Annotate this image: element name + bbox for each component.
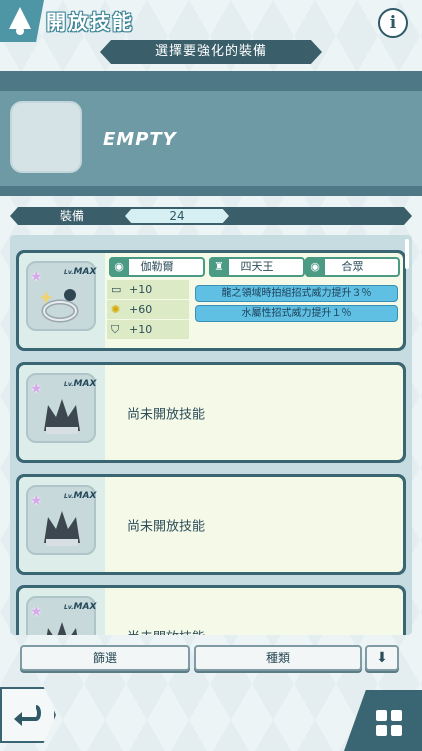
equipment-card[interactable]: ★ Lv.MAX ◉ 伽勒爾 ♜ 四天王 ◉ 合眾 ▭ +10 ✺ +60 ⛉ … [16, 250, 406, 351]
main-menu-button[interactable] [344, 690, 422, 751]
page-title: 開放技能 [46, 10, 134, 34]
item-icon-area: ★ Lv.MAX [19, 588, 105, 635]
equipment-count-label: 裝備 [60, 209, 85, 223]
filter-button[interactable]: 篩選 [20, 645, 190, 671]
crown-item-icon [44, 511, 80, 546]
header-badge [0, 0, 44, 42]
slot-band-bottom [0, 186, 422, 196]
level-max-badge: Lv.MAX [64, 379, 97, 389]
stat-list: ▭ +10 ✺ +60 ⛉ +10 [107, 280, 189, 340]
equipment-card-body: ★ Lv.MAX 尚未開放技能 [19, 477, 403, 572]
tag-region-2: ◉ 合眾 [305, 257, 400, 277]
item-frame: ★ Lv.MAX [26, 596, 96, 635]
skill-bar: 龍之領域時拍組招式威力提升３％ [195, 285, 398, 302]
tag-region: ◉ 伽勒爾 [109, 257, 205, 277]
grid-menu-icon [376, 710, 404, 738]
equipment-card[interactable]: ★ Lv.MAX 尚未開放技能 [16, 362, 406, 463]
no-skill-text: 尚未開放技能 [127, 626, 205, 635]
no-skill-text: 尚未開放技能 [127, 519, 206, 534]
battery-icon: ▭ [111, 283, 122, 296]
type-button[interactable]: 種類 [194, 645, 362, 671]
group-hat-icon: ♜ [209, 257, 229, 277]
rainbow-star-icon: ★ [30, 381, 43, 397]
equipment-card[interactable]: ★ Lv.MAX 尚未開放技能 [16, 585, 406, 635]
selected-slot-frame[interactable] [10, 101, 82, 173]
equipment-card-body: ★ Lv.MAX 尚未開放技能 [19, 588, 403, 635]
sort-order-button[interactable]: ⬇ [365, 645, 399, 671]
level-max-badge: Lv.MAX [64, 491, 97, 501]
item-icon-area: ★ Lv.MAX [19, 477, 105, 572]
equipment-list[interactable]: ★ Lv.MAX ◉ 伽勒爾 ♜ 四天王 ◉ 合眾 ▭ +10 ✺ +60 ⛉ … [10, 235, 412, 635]
selected-slot-label: EMPTY [103, 129, 177, 150]
equipment-count-value: 24 [125, 209, 229, 223]
header: 開放技能 i [0, 0, 422, 42]
equipment-card-body: ★ Lv.MAX ◉ 伽勒爾 ♜ 四天王 ◉ 合眾 ▭ +10 ✺ +60 ⛉ … [19, 253, 403, 348]
equipment-count-bar: 裝備 24 [10, 207, 412, 225]
tag-group: ♜ 四天王 [209, 257, 305, 277]
back-arrow-icon [14, 705, 41, 726]
rainbow-star-icon: ★ [30, 604, 43, 620]
sun-icon: ✺ [111, 303, 121, 316]
shield-icon: ⛉ [111, 323, 120, 336]
arrow-down-icon: ⬇ [376, 650, 388, 666]
earring-item-icon [40, 289, 79, 323]
crown-item-icon [44, 399, 80, 434]
no-skill-text: 尚未開放技能 [127, 407, 206, 422]
rainbow-star-icon: ★ [30, 493, 43, 509]
item-frame: ★ Lv.MAX [26, 373, 96, 443]
list-scrollbar[interactable] [404, 237, 410, 633]
info-button[interactable]: i [378, 8, 408, 38]
equipment-card-body: ★ Lv.MAX 尚未開放技能 [19, 365, 403, 460]
list-scrollbar-thumb[interactable] [405, 239, 409, 269]
pokeball-stand-icon [9, 7, 31, 35]
location-pin-icon: ◉ [305, 257, 325, 277]
page-subtitle: 選擇要強化的裝備 [100, 40, 322, 64]
equipment-card[interactable]: ★ Lv.MAX 尚未開放技能 [16, 474, 406, 575]
item-frame: ★ Lv.MAX [26, 261, 96, 331]
stat-attack: ✺ +60 [107, 300, 189, 319]
level-max-badge: Lv.MAX [64, 602, 97, 612]
item-frame: ★ Lv.MAX [26, 485, 96, 555]
location-pin-icon: ◉ [109, 257, 129, 277]
skill-bar: 水屬性招式威力提升１％ [195, 305, 398, 322]
item-icon-area: ★ Lv.MAX [19, 365, 105, 460]
stat-defense: ⛉ +10 [107, 320, 189, 339]
level-max-badge: Lv.MAX [64, 267, 97, 277]
crown-item-icon [46, 622, 78, 635]
selected-slot-panel: EMPTY [0, 91, 422, 186]
rainbow-star-icon: ★ [30, 269, 43, 285]
item-icon-area: ★ Lv.MAX [19, 253, 105, 348]
slot-band-top [0, 71, 422, 91]
back-button[interactable] [0, 687, 56, 743]
stat-hp: ▭ +10 [107, 280, 189, 299]
filter-bar: 篩選 種類 ⬇ [0, 639, 422, 677]
